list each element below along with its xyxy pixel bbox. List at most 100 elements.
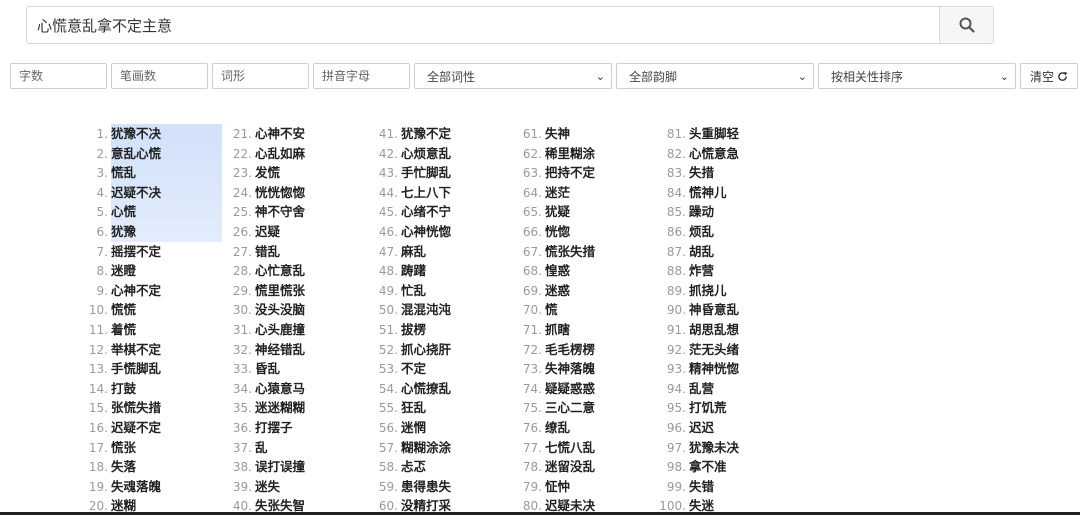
result-item[interactable]: 55. 狂乱: [356, 398, 496, 418]
result-item[interactable]: 27. 错乱: [210, 242, 350, 262]
result-item[interactable]: 2. 意乱心慌: [66, 144, 206, 164]
result-item[interactable]: 7. 摇摆不定: [66, 242, 206, 262]
result-word[interactable]: 胡乱: [689, 244, 714, 259]
rhyme-select[interactable]: 全部韵脚 ⌄: [616, 63, 814, 89]
result-item[interactable]: 97. 犹豫未决: [644, 438, 784, 458]
result-item[interactable]: 16. 迟疑不定: [66, 418, 206, 438]
result-item[interactable]: 70. 慌: [500, 300, 640, 320]
result-item[interactable]: 45. 心绪不宁: [356, 202, 496, 222]
part-of-speech-select[interactable]: 全部词性 ⌄: [414, 63, 612, 89]
result-item[interactable]: 73. 失神落魄: [500, 359, 640, 379]
result-word[interactable]: 茫无头绪: [689, 342, 739, 357]
result-word[interactable]: 慌: [545, 302, 558, 317]
word-form-input[interactable]: [212, 63, 309, 89]
result-word[interactable]: 糊糊涂涂: [401, 440, 451, 455]
result-word[interactable]: 慌乱: [111, 165, 136, 180]
result-item[interactable]: 10. 慌慌: [66, 300, 206, 320]
result-item[interactable]: 79. 怔忡: [500, 477, 640, 497]
result-word[interactable]: 失措: [689, 165, 714, 180]
result-item[interactable]: 28. 心忙意乱: [210, 261, 350, 281]
result-word[interactable]: 抓心挠肝: [401, 342, 451, 357]
result-item[interactable]: 4. 迟疑不决: [66, 183, 206, 203]
result-item[interactable]: 56. 迷惘: [356, 418, 496, 438]
result-item[interactable]: 62. 稀里糊涂: [500, 144, 640, 164]
result-item[interactable]: 48. 踌躇: [356, 261, 496, 281]
result-word[interactable]: 打摆子: [255, 420, 293, 435]
result-word[interactable]: 忐忑: [401, 459, 426, 474]
result-item[interactable]: 96. 迟迟: [644, 418, 784, 438]
result-word[interactable]: 混混沌沌: [401, 302, 451, 317]
stroke-count-input[interactable]: [111, 63, 208, 89]
result-word[interactable]: 心慌意急: [689, 146, 739, 161]
result-word[interactable]: 误打误撞: [255, 459, 305, 474]
result-word[interactable]: 稀里糊涂: [545, 146, 595, 161]
result-word[interactable]: 慌慌: [111, 302, 136, 317]
result-word[interactable]: 迷惑: [545, 283, 570, 298]
result-item[interactable]: 65. 犹疑: [500, 202, 640, 222]
result-item[interactable]: 85. 躁动: [644, 202, 784, 222]
result-item[interactable]: 67. 慌张失措: [500, 242, 640, 262]
result-word[interactable]: 乱: [255, 440, 268, 455]
result-word[interactable]: 犹疑: [545, 204, 570, 219]
result-item[interactable]: 68. 惶惑: [500, 261, 640, 281]
result-item[interactable]: 44. 七上八下: [356, 183, 496, 203]
result-word[interactable]: 心慌: [111, 204, 136, 219]
result-item[interactable]: 9. 心神不定: [66, 281, 206, 301]
result-word[interactable]: 意乱心慌: [111, 146, 161, 161]
result-word[interactable]: 把持不定: [545, 165, 595, 180]
result-item[interactable]: 17. 慌张: [66, 438, 206, 458]
result-item[interactable]: 23. 发慌: [210, 163, 350, 183]
result-word[interactable]: 失错: [689, 479, 714, 494]
result-word[interactable]: 犹豫: [111, 224, 136, 239]
result-item[interactable]: 18. 失落: [66, 457, 206, 477]
result-item[interactable]: 25. 神不守舍: [210, 202, 350, 222]
result-item[interactable]: 36. 打摆子: [210, 418, 350, 438]
result-item[interactable]: 78. 迷留没乱: [500, 457, 640, 477]
result-word[interactable]: 三心二意: [545, 400, 595, 415]
result-word[interactable]: 七慌八乱: [545, 440, 595, 455]
result-item[interactable]: 74. 疑疑惑惑: [500, 379, 640, 399]
result-word[interactable]: 精神恍惚: [689, 361, 739, 376]
result-word[interactable]: 疑疑惑惑: [545, 381, 595, 396]
result-word[interactable]: 犹豫不定: [401, 126, 451, 141]
result-word[interactable]: 犹豫未决: [689, 440, 739, 455]
result-word[interactable]: 狂乱: [401, 400, 426, 415]
result-item[interactable]: 52. 抓心挠肝: [356, 340, 496, 360]
result-item[interactable]: 75. 三心二意: [500, 398, 640, 418]
result-word[interactable]: 神经错乱: [255, 342, 305, 357]
result-item[interactable]: 46. 心神恍惚: [356, 222, 496, 242]
result-item[interactable]: 50. 混混沌沌: [356, 300, 496, 320]
result-word[interactable]: 心神不定: [111, 283, 161, 298]
result-word[interactable]: 举棋不定: [111, 342, 161, 357]
result-item[interactable]: 64. 迷茫: [500, 183, 640, 203]
result-word[interactable]: 发慌: [255, 165, 280, 180]
clear-button[interactable]: 清空: [1020, 63, 1078, 89]
result-item[interactable]: 57. 糊糊涂涂: [356, 438, 496, 458]
result-item[interactable]: 39. 迷失: [210, 477, 350, 497]
result-word[interactable]: 烦乱: [689, 224, 714, 239]
result-word[interactable]: 神昏意乱: [689, 302, 739, 317]
result-word[interactable]: 错乱: [255, 244, 280, 259]
result-item[interactable]: 30. 没头没脑: [210, 300, 350, 320]
sort-select[interactable]: 按相关性排序 ⌄: [818, 63, 1016, 89]
result-item[interactable]: 13. 手慌脚乱: [66, 359, 206, 379]
result-word[interactable]: 打饥荒: [689, 400, 727, 415]
result-word[interactable]: 手慌脚乱: [111, 361, 161, 376]
result-word[interactable]: 乱营: [689, 381, 714, 396]
result-word[interactable]: 缭乱: [545, 420, 570, 435]
result-item[interactable]: 47. 麻乱: [356, 242, 496, 262]
result-item[interactable]: 11. 着慌: [66, 320, 206, 340]
result-word[interactable]: 失神: [545, 126, 570, 141]
result-item[interactable]: 86. 烦乱: [644, 222, 784, 242]
result-word[interactable]: 没头没脑: [255, 302, 305, 317]
result-item[interactable]: 92. 茫无头绪: [644, 340, 784, 360]
result-item[interactable]: 99. 失错: [644, 477, 784, 497]
result-word[interactable]: 慌里慌张: [255, 283, 305, 298]
result-word[interactable]: 心乱如麻: [255, 146, 305, 161]
result-word[interactable]: 迷留没乱: [545, 459, 595, 474]
result-word[interactable]: 炸营: [689, 263, 714, 278]
result-word[interactable]: 失落: [111, 459, 136, 474]
result-word[interactable]: 打鼓: [111, 381, 136, 396]
result-word[interactable]: 惶惑: [545, 263, 570, 278]
result-word[interactable]: 心神不安: [255, 126, 305, 141]
